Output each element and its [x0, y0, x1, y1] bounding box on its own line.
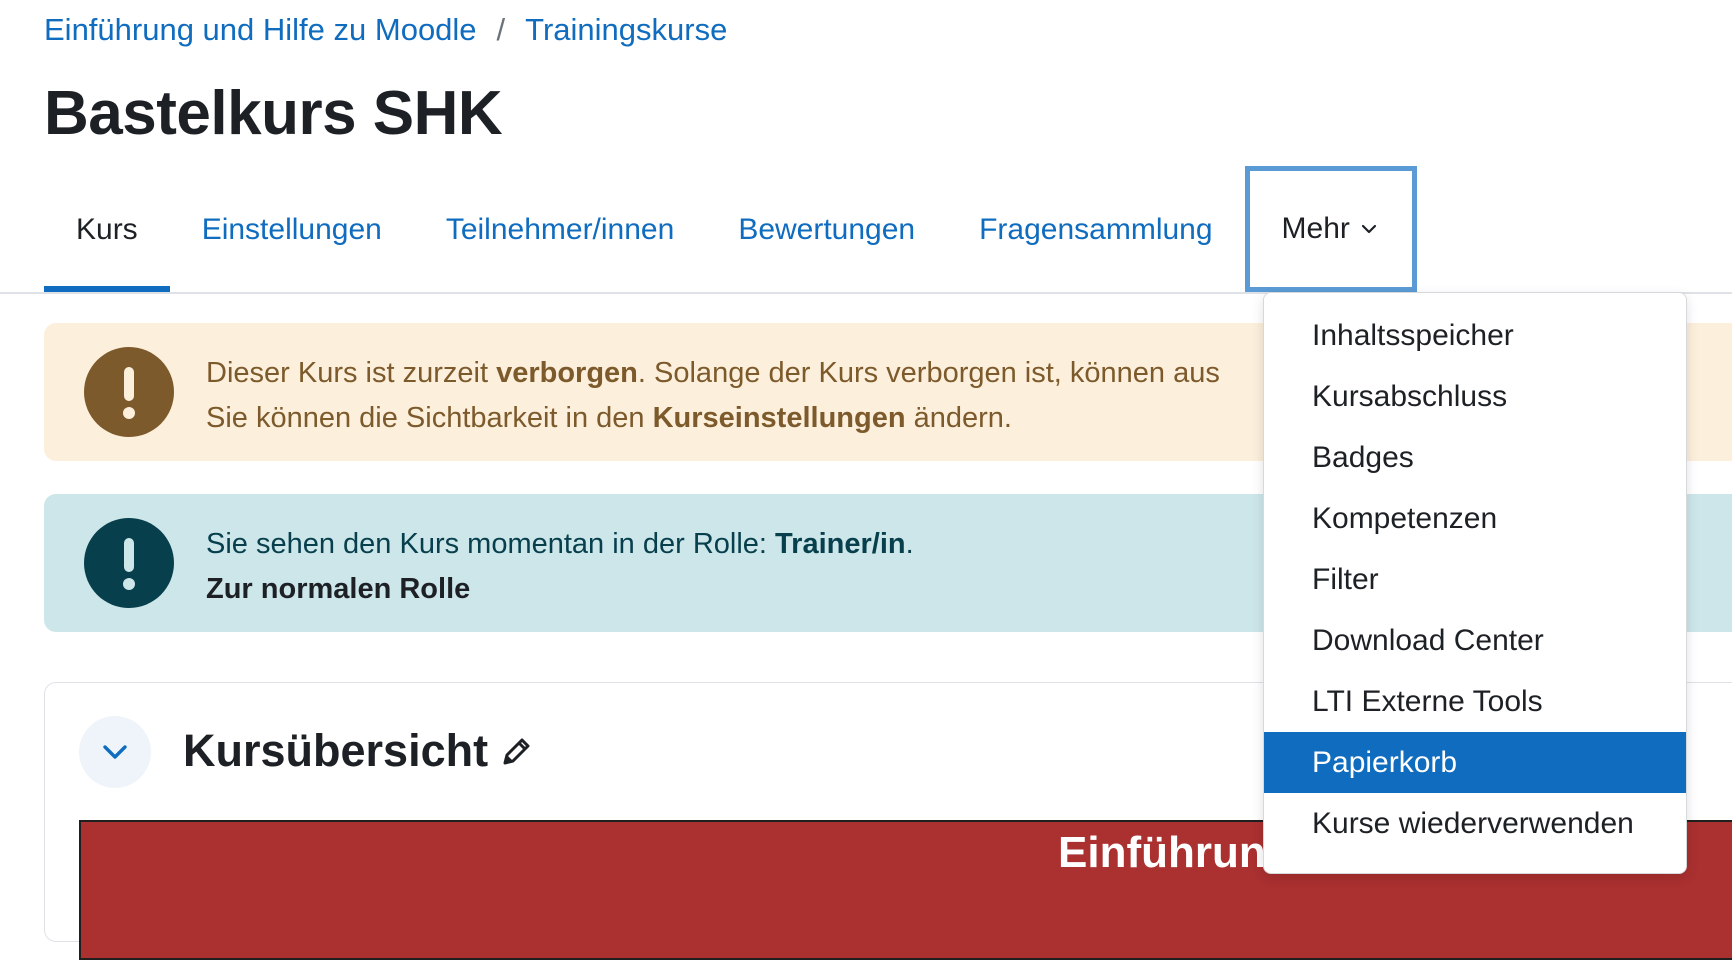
return-to-normal-role-link[interactable]: Zur normalen Rolle	[206, 573, 470, 605]
alert-text-segment: Dieser Kurs ist zurzeit	[206, 357, 497, 389]
menu-item-papierkorb[interactable]: Papierkorb	[1264, 732, 1686, 793]
course-settings-link[interactable]: Kurseinstellungen	[653, 402, 906, 434]
role-alert-text: Sie sehen den Kurs momentan in der Rolle…	[206, 522, 914, 612]
tab-mehr[interactable]: Mehr	[1244, 166, 1417, 292]
mehr-dropdown-menu: Inhaltsspeicher Kursabschluss Badges Kom…	[1263, 292, 1687, 874]
menu-item-lti-externe-tools[interactable]: LTI Externe Tools	[1264, 671, 1686, 732]
chevron-down-icon	[100, 742, 130, 762]
alert-text-bold: Trainer/in	[775, 528, 906, 560]
section-title-text: Kursübersicht	[183, 725, 489, 776]
menu-item-inhaltsspeicher[interactable]: Inhaltsspeicher	[1264, 305, 1686, 366]
tab-mehr-label: Mehr	[1281, 212, 1350, 245]
section-title: Kursübersicht	[183, 725, 534, 777]
pencil-icon[interactable]	[500, 734, 534, 768]
section-banner-text: Einführun	[1058, 828, 1266, 877]
alert-text-segment: Sie können die Sichtbarkeit in den	[206, 402, 653, 434]
exclamation-icon	[84, 518, 174, 608]
tab-kurs[interactable]: Kurs	[44, 168, 170, 292]
alert-text-segment: .	[905, 528, 914, 560]
menu-item-filter[interactable]: Filter	[1264, 549, 1686, 610]
alert-text-segment: ändern.	[905, 402, 1012, 434]
tab-bewertungen[interactable]: Bewertungen	[706, 168, 947, 292]
alert-text-bold: verborgen	[496, 357, 638, 389]
page-title: Bastelkurs SHK	[44, 79, 503, 148]
chevron-down-icon	[1360, 223, 1378, 235]
tab-teilnehmer[interactable]: Teilnehmer/innen	[414, 168, 706, 292]
menu-item-kurse-wiederverwenden[interactable]: Kurse wiederverwenden	[1264, 793, 1686, 854]
exclamation-icon	[84, 347, 174, 437]
alert-text-segment: Sie sehen den Kurs momentan in der Rolle…	[206, 528, 776, 560]
course-navigation: Kurs Einstellungen Teilnehmer/innen Bewe…	[44, 166, 1417, 292]
breadcrumb-separator: /	[496, 12, 506, 47]
menu-item-badges[interactable]: Badges	[1264, 427, 1686, 488]
alert-text-segment: . Solange der Kurs verborgen ist, können…	[637, 357, 1220, 389]
menu-item-download-center[interactable]: Download Center	[1264, 610, 1686, 671]
section-collapse-button[interactable]	[79, 716, 151, 788]
tab-einstellungen[interactable]: Einstellungen	[170, 168, 414, 292]
menu-item-kursabschluss[interactable]: Kursabschluss	[1264, 366, 1686, 427]
breadcrumb-link-trainingskurse[interactable]: Trainingskurse	[525, 12, 727, 48]
breadcrumb: Einführung und Hilfe zu Moodle / Trainin…	[44, 12, 727, 48]
menu-item-kompetenzen[interactable]: Kompetenzen	[1264, 488, 1686, 549]
tab-fragensammlung[interactable]: Fragensammlung	[947, 168, 1244, 292]
breadcrumb-link-einfuehrung[interactable]: Einführung und Hilfe zu Moodle	[44, 12, 477, 48]
